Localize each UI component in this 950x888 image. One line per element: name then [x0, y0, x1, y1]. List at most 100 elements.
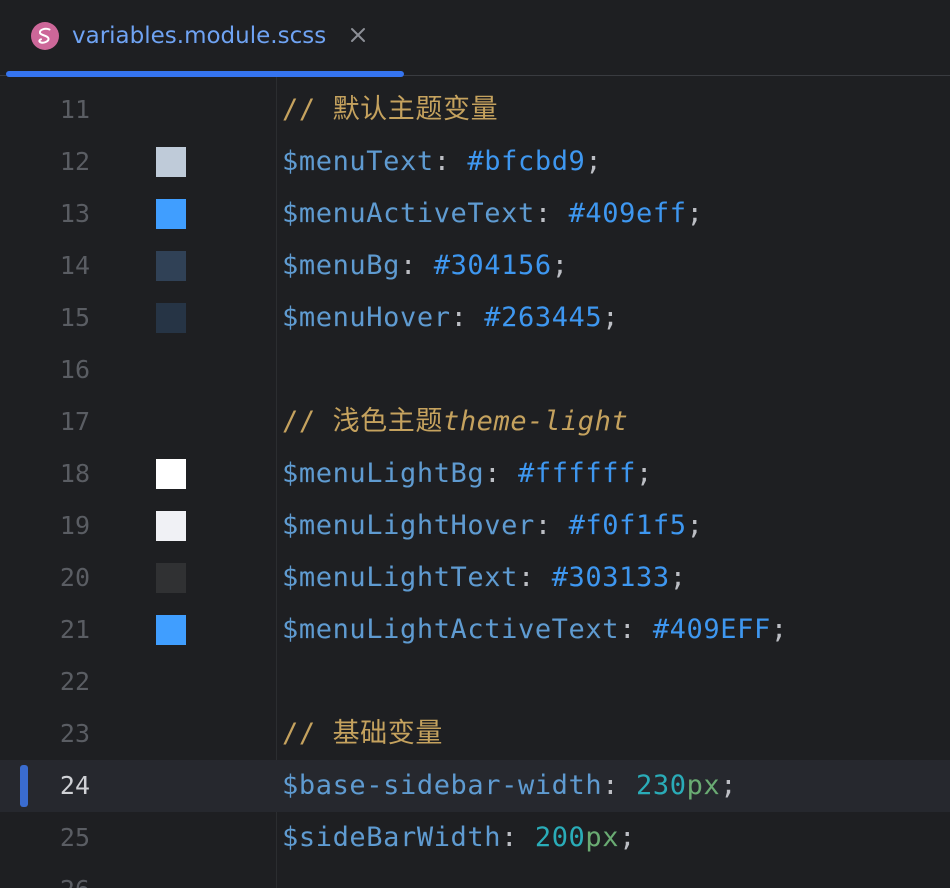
line-number: 25	[59, 823, 90, 852]
code-token: theme-light	[442, 406, 629, 437]
code-line[interactable]: 12 $menuText: #bfcbd9;	[0, 136, 950, 188]
color-swatch[interactable]	[156, 511, 186, 541]
code-token: $menuLightHover	[282, 510, 535, 541]
code-line[interactable]: 15 $menuHover: #263445;	[0, 292, 950, 344]
code-token: #409EFF	[652, 614, 771, 645]
code-text: // 基础变量	[282, 708, 443, 760]
code-text: $menuHover: #263445;	[282, 292, 619, 344]
color-swatch[interactable]	[156, 199, 186, 229]
code-editor[interactable]: 11 // 默认主题变量 12 $menuText: #bfcbd9; 13 $menuA…	[0, 77, 950, 888]
code-token: $menuHover	[282, 302, 451, 333]
code-token: px	[686, 770, 721, 801]
code-token: ;	[619, 822, 636, 853]
code-text: $base-sidebar-width: 230px;	[282, 760, 737, 812]
code-text: // 浅色主题theme-light	[282, 396, 628, 448]
code-token: $base-sidebar-width	[282, 770, 603, 801]
sass-icon	[30, 21, 60, 51]
code-token: $menuLightBg	[282, 458, 485, 489]
code-token: $menuLightActiveText	[282, 614, 620, 645]
line-number: 18	[59, 459, 90, 488]
code-token: :	[602, 770, 636, 801]
line-number: 20	[59, 563, 90, 592]
line-number: 24	[59, 771, 90, 800]
code-line[interactable]: 26	[0, 864, 950, 888]
code-line[interactable]: 23 // 基础变量	[0, 708, 950, 760]
code-token: $sideBarWidth	[282, 822, 502, 853]
line-number: 15	[59, 303, 90, 332]
code-token: ;	[635, 458, 653, 489]
code-token: #ffffff	[517, 458, 636, 489]
code-text: $menuBg: #304156;	[282, 240, 569, 292]
tab-title: variables.module.scss	[72, 23, 327, 49]
line-number: 14	[59, 251, 90, 280]
close-icon[interactable]	[348, 25, 368, 45]
color-swatch[interactable]	[156, 251, 186, 281]
code-text: $sideBarWidth: 200px;	[282, 812, 636, 864]
code-text: $menuText: #bfcbd9;	[282, 136, 602, 188]
line-number: 11	[59, 95, 90, 124]
code-token: // 默认主题变量	[282, 94, 499, 125]
code-line[interactable]: 11 // 默认主题变量	[0, 84, 950, 136]
code-line[interactable]: 22	[0, 656, 950, 708]
code-token: $menuActiveText	[282, 198, 535, 229]
line-number: 22	[59, 667, 90, 696]
code-line[interactable]: 25 $sideBarWidth: 200px;	[0, 812, 950, 864]
code-line[interactable]: 21 $menuLightActiveText: #409EFF;	[0, 604, 950, 656]
code-text: $menuLightBg: #ffffff;	[282, 448, 653, 500]
code-token: ;	[585, 146, 603, 177]
code-token: $menuText	[282, 146, 434, 177]
code-token: :	[534, 198, 569, 229]
editor-tab-bar: variables.module.scss	[0, 0, 950, 77]
line-number: 26	[0, 864, 90, 888]
code-token: 200	[534, 822, 586, 853]
code-token: :	[400, 250, 434, 281]
code-token: #f0f1f5	[568, 510, 687, 541]
code-token: $menuLightText	[282, 562, 518, 593]
code-line[interactable]: 17 // 浅色主题theme-light	[0, 396, 950, 448]
code-line[interactable]: 16	[0, 344, 950, 396]
code-token: #303133	[551, 562, 670, 593]
code-token: ;	[686, 510, 704, 541]
line-number: 17	[59, 407, 90, 436]
code-token: #304156	[433, 250, 552, 281]
color-swatch[interactable]	[156, 303, 186, 333]
code-token: ;	[602, 302, 620, 333]
code-token: ;	[686, 198, 704, 229]
code-line[interactable]: 20 $menuLightText: #303133;	[0, 552, 950, 604]
code-line[interactable]: 14 $menuBg: #304156;	[0, 240, 950, 292]
code-token: ;	[720, 770, 738, 801]
code-token: #263445	[484, 302, 603, 333]
line-number: 19	[59, 511, 90, 540]
code-token: :	[534, 510, 569, 541]
code-token: ;	[770, 614, 788, 645]
code-token: $menuBg	[282, 250, 400, 281]
code-text: $menuLightActiveText: #409EFF;	[282, 604, 788, 656]
line-number: 16	[59, 355, 90, 384]
color-swatch[interactable]	[156, 615, 186, 645]
code-line[interactable]: 18 $menuLightBg: #ffffff;	[0, 448, 950, 500]
tab-variables-module-scss[interactable]: variables.module.scss	[6, 0, 404, 77]
color-swatch[interactable]	[156, 563, 186, 593]
code-line[interactable]: 24 $base-sidebar-width: 230px;	[0, 760, 950, 812]
code-token: :	[619, 614, 653, 645]
code-line[interactable]: 19 $menuLightHover: #f0f1f5;	[0, 500, 950, 552]
code-line[interactable]: 13 $menuActiveText: #409eff;	[0, 188, 950, 240]
code-token: :	[501, 822, 535, 853]
code-text: $menuActiveText: #409eff;	[282, 188, 703, 240]
line-number: 13	[59, 199, 90, 228]
code-text: $menuLightText: #303133;	[282, 552, 687, 604]
code-token: #409eff	[568, 198, 687, 229]
code-token: px	[585, 822, 620, 853]
code-token: :	[517, 562, 552, 593]
code-token: :	[484, 458, 518, 489]
code-token: ;	[551, 250, 569, 281]
code-token: :	[433, 146, 468, 177]
code-token: // 浅色主题	[282, 406, 443, 437]
code-text: // 默认主题变量	[282, 84, 498, 136]
line-number: 21	[59, 615, 90, 644]
color-swatch[interactable]	[156, 459, 186, 489]
color-swatch[interactable]	[156, 147, 186, 177]
line-number: 12	[59, 147, 90, 176]
code-token: #bfcbd9	[467, 146, 586, 177]
code-token: 230	[635, 770, 687, 801]
